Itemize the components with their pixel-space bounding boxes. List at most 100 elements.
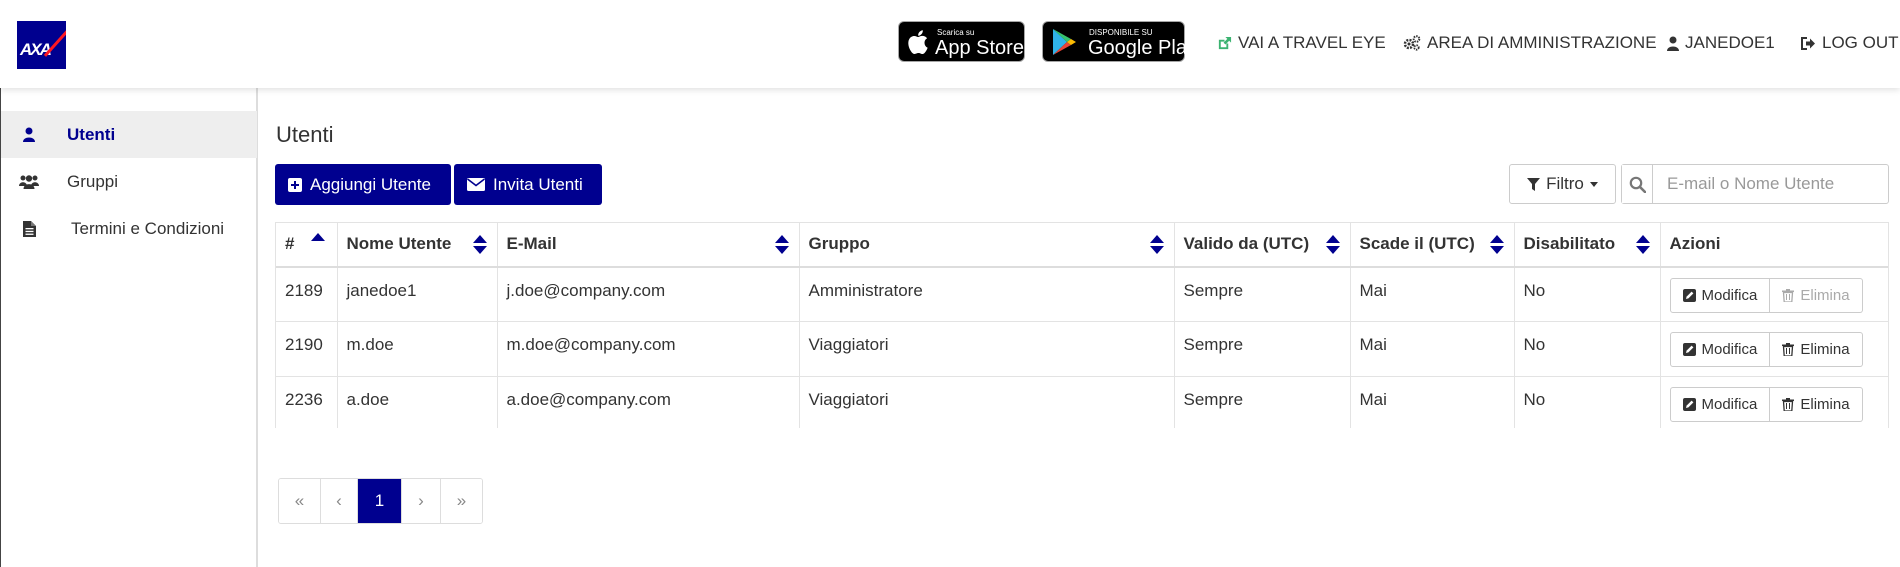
pagination-last[interactable]: » [441, 479, 482, 523]
cell-username: a.doe [337, 376, 498, 428]
trash-icon [1782, 398, 1795, 411]
column-header-group[interactable]: Gruppo [799, 222, 1175, 268]
pagination: « ‹ 1 › » [278, 478, 483, 524]
axa-logo[interactable]: AXA [17, 21, 66, 69]
user-icon [23, 127, 35, 142]
users-table-container: # Nome Utente E-Mail Gruppo Valido da (U… [275, 222, 1889, 428]
delete-label: Elimina [1800, 286, 1850, 304]
travel-eye-link[interactable]: VAI A TRAVEL EYE [1217, 33, 1386, 53]
delete-button[interactable]: Elimina [1770, 332, 1863, 367]
cell-id: 2189 [276, 266, 338, 322]
edit-button[interactable]: Modifica [1669, 387, 1771, 422]
google-play-badge[interactable]: DISPONIBILE SU Google Play [1042, 21, 1197, 62]
column-header-actions: Azioni [1660, 222, 1888, 268]
envelope-icon [467, 178, 485, 191]
filter-button[interactable]: Filtro [1509, 164, 1616, 204]
cell-email: j.doe@company.com [497, 266, 800, 322]
delete-button[interactable]: Elimina [1770, 387, 1863, 422]
cell-valid-from: Sempre [1174, 376, 1351, 428]
invite-users-label: Invita Utenti [493, 174, 583, 194]
column-header-username[interactable]: Nome Utente [337, 222, 498, 268]
pagination-next[interactable]: › [402, 479, 441, 523]
cell-disabled: No [1514, 376, 1661, 428]
sort-icon [1489, 235, 1504, 255]
invite-users-button[interactable]: Invita Utenti [454, 164, 602, 205]
pagination-first[interactable]: « [279, 479, 321, 523]
edit-label: Modifica [1701, 286, 1758, 304]
add-user-button[interactable]: Aggiungi Utente [275, 164, 451, 205]
sort-asc-icon [310, 233, 325, 253]
caret-down-icon [1589, 181, 1598, 187]
admin-area-label: AREA DI AMMINISTRAZIONE [1427, 33, 1657, 52]
filter-label: Filtro [1546, 174, 1584, 193]
edit-button[interactable]: Modifica [1669, 277, 1771, 313]
logout-icon [1801, 36, 1815, 50]
cell-username: m.doe [337, 321, 498, 377]
column-header-id[interactable]: # [276, 222, 338, 268]
trash-icon [1782, 288, 1795, 302]
cell-valid-from: Sempre [1174, 321, 1351, 377]
apple-logo-icon [908, 30, 928, 55]
column-header-disabled[interactable]: Disabilitato [1514, 222, 1661, 268]
cell-actions: Modifica Elimina [1660, 321, 1888, 377]
page-title: Utenti [276, 122, 334, 147]
users-table: # Nome Utente E-Mail Gruppo Valido da (U… [276, 222, 1888, 428]
column-header-email[interactable]: E-Mail [497, 222, 800, 268]
app-store-small-text: Scarica su [937, 28, 975, 37]
cell-group: Viaggiatori [799, 376, 1175, 428]
delete-label: Elimina [1800, 341, 1850, 358]
pagination-page-current[interactable]: 1 [358, 479, 402, 523]
column-header-expires[interactable]: Scade il (UTC) [1350, 222, 1515, 268]
google-play-big-text: Google Play [1088, 37, 1197, 59]
cell-expires: Mai [1350, 376, 1515, 428]
cell-email: m.doe@company.com [497, 321, 800, 377]
user-profile-link[interactable]: JANEDOE1 [1667, 33, 1775, 53]
magnifier-icon [1629, 176, 1646, 193]
cell-group: Amministratore [799, 266, 1175, 322]
column-header-valid-from[interactable]: Valido da (UTC) [1174, 222, 1351, 268]
cell-group: Viaggiatori [799, 321, 1175, 377]
external-link-icon [1218, 36, 1232, 49]
sidebar-item-users[interactable]: Utenti [1, 111, 257, 158]
sort-icon [1325, 235, 1340, 255]
pagination-prev[interactable]: ‹ [321, 479, 358, 523]
cell-disabled: No [1514, 321, 1661, 377]
edit-label: Modifica [1701, 396, 1758, 413]
sort-icon [472, 235, 487, 255]
search-icon[interactable] [1622, 165, 1653, 203]
column-header-label: Disabilitato [1523, 234, 1616, 254]
cell-id: 2236 [276, 376, 338, 428]
cell-id: 2190 [276, 321, 338, 377]
table-row: 2189 janedoe1 j.doe@company.com Amminist… [276, 266, 1888, 322]
column-header-label: E-Mail [506, 234, 557, 254]
app-store-badge[interactable]:  Scarica su App Store [898, 21, 1025, 62]
edit-label: Modifica [1701, 341, 1758, 358]
logout-link[interactable]: LOG OUT [1800, 33, 1899, 53]
top-header: AXA  Scarica su App Store DISPONIBILE S… [0, 0, 1900, 88]
edit-icon [1682, 288, 1696, 302]
sort-icon [1635, 235, 1650, 255]
delete-button[interactable]: Elimina [1770, 277, 1863, 313]
table-row: 2190 m.doe m.doe@company.com Viaggiatori… [276, 321, 1888, 377]
travel-eye-label: VAI A TRAVEL EYE [1238, 33, 1386, 52]
edit-icon [1682, 398, 1696, 411]
cogs-icon [1403, 35, 1421, 51]
sidebar-item-groups[interactable]: Gruppi [1, 158, 257, 205]
cell-expires: Mai [1350, 266, 1515, 322]
app-store-big-text: App Store [935, 37, 1024, 59]
edit-button[interactable]: Modifica [1669, 332, 1771, 367]
sort-icon [774, 235, 789, 255]
filter-icon [1527, 177, 1541, 191]
search-input[interactable] [1653, 165, 1888, 203]
column-header-label: Scade il (UTC) [1359, 234, 1475, 254]
sidebar: Utenti Gruppi Termini e Condizioni [0, 88, 258, 567]
google-play-small-text: DISPONIBILE SU [1089, 28, 1153, 37]
cell-username: janedoe1 [337, 266, 498, 322]
sidebar-item-label: Termini e Condizioni [71, 218, 225, 238]
document-icon [23, 220, 36, 237]
sidebar-item-terms[interactable]: Termini e Condizioni [1, 205, 257, 252]
column-header-label: # [285, 234, 295, 254]
edit-icon [1682, 343, 1696, 356]
admin-area-link[interactable]: AREA DI AMMINISTRAZIONE [1403, 33, 1657, 53]
cell-disabled: No [1514, 266, 1661, 322]
